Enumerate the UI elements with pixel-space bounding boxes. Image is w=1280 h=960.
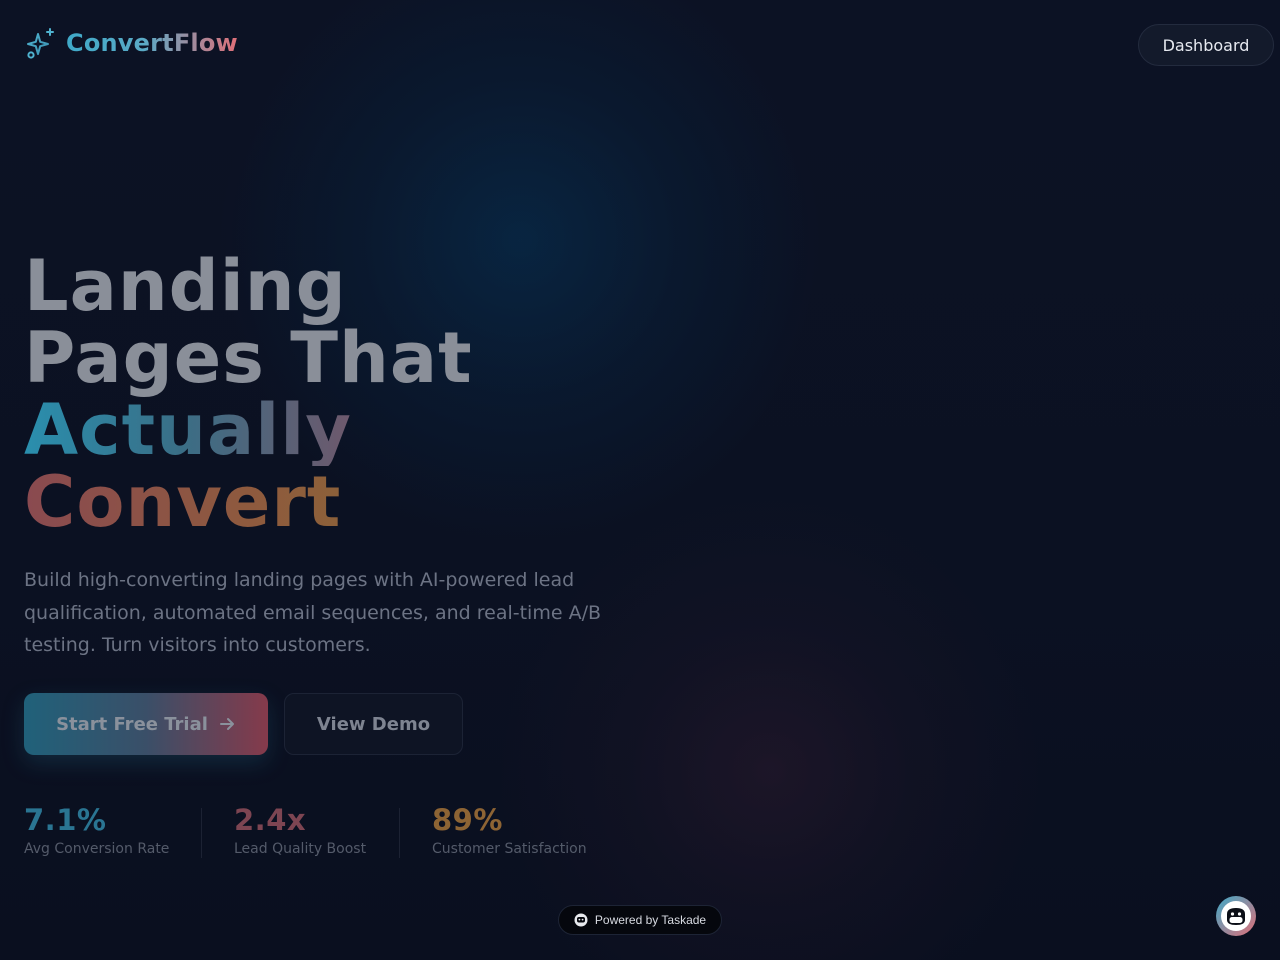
stat-label: Avg Conversion Rate — [24, 841, 170, 857]
brand-name: ConvertFlow — [66, 29, 238, 57]
stat-label: Customer Satisfaction — [432, 841, 587, 857]
headline-accent-2: Convert — [24, 466, 473, 538]
stat-divider — [201, 808, 202, 858]
stat-conversion-rate: 7.1% Avg Conversion Rate — [24, 802, 169, 859]
sparkles-icon — [27, 28, 54, 59]
headline-line-2: Pages That — [24, 317, 473, 399]
taskade-icon — [574, 913, 588, 927]
dashboard-button[interactable]: Dashboard — [1138, 24, 1274, 66]
start-free-trial-button[interactable]: Start Free Trial — [24, 693, 268, 755]
stat-value: 2.4x — [234, 803, 307, 837]
stat-label: Lead Quality Boost — [234, 841, 367, 857]
headline-accent-1: Actually — [24, 394, 473, 466]
headline-line-1: Landing — [24, 245, 347, 327]
powered-by-badge[interactable]: Powered by Taskade — [558, 905, 722, 935]
start-free-trial-label: Start Free Trial — [56, 713, 208, 735]
arrow-right-icon — [219, 718, 234, 730]
hero-headline: Landing Pages That Actually Convert — [24, 250, 473, 538]
chat-assistant-button[interactable] — [1216, 896, 1256, 936]
stat-value: 89% — [432, 803, 503, 837]
bot-icon — [1221, 901, 1251, 931]
powered-by-label: Powered by Taskade — [594, 913, 707, 927]
view-demo-button[interactable]: View Demo — [284, 693, 463, 755]
stat-value: 7.1% — [24, 803, 107, 837]
landing-page: ConvertFlow Dashboard Landing Pages That… — [0, 0, 1280, 960]
stat-divider — [399, 808, 400, 858]
stat-customer-satisfaction: 89% Customer Satisfaction — [432, 802, 587, 859]
hero-subtitle: Build high-converting landing pages with… — [24, 569, 602, 656]
brand-logo[interactable]: ConvertFlow — [24, 26, 238, 60]
stat-lead-quality: 2.4x Lead Quality Boost — [234, 802, 366, 859]
